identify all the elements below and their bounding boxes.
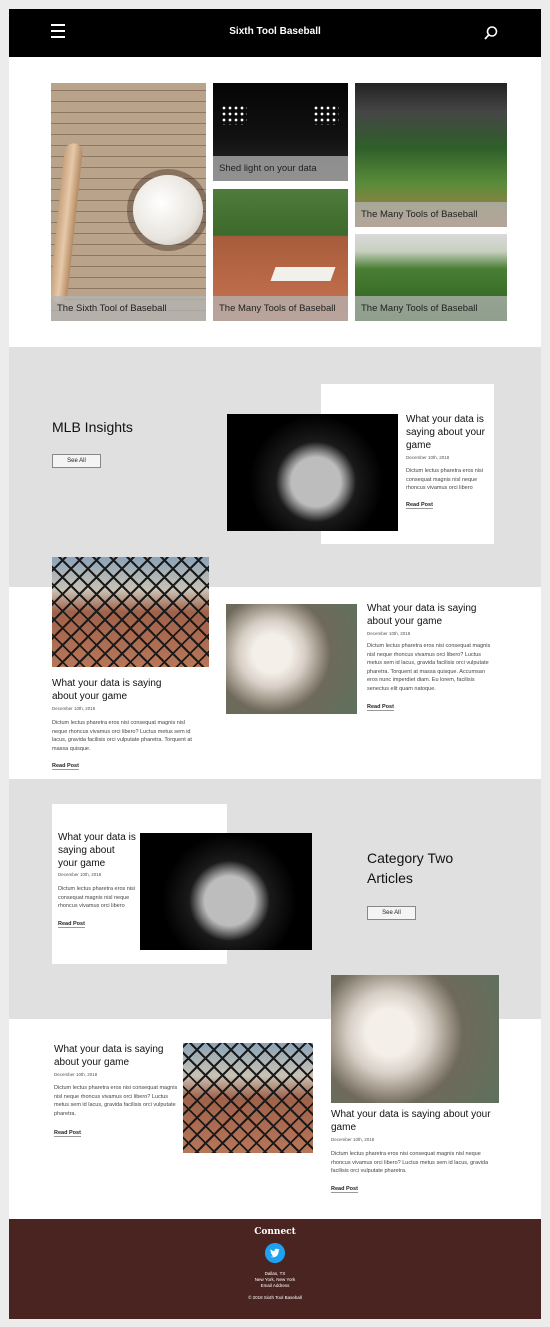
dark-baseball-image bbox=[140, 833, 312, 950]
dark-baseball-image bbox=[227, 414, 398, 531]
fence-image bbox=[52, 557, 209, 667]
read-post-link[interactable]: Read Post bbox=[52, 763, 79, 770]
cat2-post-title[interactable]: What your data is saying about your game bbox=[331, 1108, 501, 1134]
hero-caption: The Many Tools of Baseball bbox=[355, 296, 507, 321]
footer-city: Dallas, TX bbox=[264, 1271, 286, 1276]
stadium-lights-left bbox=[221, 105, 247, 125]
hero-caption: The Many Tools of Baseball bbox=[213, 296, 348, 321]
category-two-title: Category Two Articles bbox=[367, 850, 454, 886]
base-illustration bbox=[270, 267, 336, 281]
site-footer: Connect Dallas, TX New York, New York Em… bbox=[9, 1219, 541, 1319]
read-post-link[interactable]: Read Post bbox=[331, 1186, 358, 1193]
page-frame: Sixth Tool Baseball The Sixth Tool of Ba… bbox=[9, 9, 541, 1319]
read-post-link[interactable]: Read Post bbox=[406, 502, 433, 509]
site-title[interactable]: Sixth Tool Baseball bbox=[9, 26, 541, 37]
cat2-featured-date: December 10th, 2018 bbox=[58, 872, 102, 877]
baseball-illustration bbox=[133, 175, 203, 245]
mlb-post-excerpt: Dictum lectus pharetra eros nisi consequ… bbox=[367, 643, 491, 692]
mlb-see-all-button[interactable]: See All bbox=[52, 454, 101, 468]
hero-tile-many-tools-base[interactable]: The Many Tools of Baseball bbox=[213, 189, 348, 321]
hero-tile-many-tools-grass[interactable]: The Many Tools of Baseball bbox=[355, 234, 507, 321]
mlb-post-date: December 10th, 2018 bbox=[367, 631, 411, 636]
mlb-featured-excerpt: Dictum lectus pharetra eros nisi consequ… bbox=[406, 468, 484, 492]
mlb-featured-date: December 10th, 2018 bbox=[406, 455, 450, 460]
hero-tile-shed-light[interactable]: Shed light on your data bbox=[213, 83, 348, 181]
search-icon[interactable] bbox=[483, 25, 499, 41]
stadium-lights-right bbox=[313, 105, 339, 125]
baseball-closeup-image bbox=[226, 604, 357, 714]
baseball-closeup-image bbox=[331, 975, 499, 1103]
read-post-link[interactable]: Read Post bbox=[58, 921, 85, 928]
mlb-post-date: December 10th, 2018 bbox=[52, 706, 96, 711]
hero-caption: The Sixth Tool of Baseball bbox=[51, 296, 206, 321]
hero-tile-sixth-tool[interactable]: The Sixth Tool of Baseball bbox=[51, 83, 206, 321]
twitter-icon[interactable] bbox=[265, 1243, 285, 1263]
cat2-see-all-button[interactable]: See All bbox=[367, 906, 416, 920]
cat2-post-date: December 10th, 2018 bbox=[331, 1137, 375, 1142]
mlb-insights-title: MLB Insights bbox=[52, 419, 133, 435]
footer-email[interactable]: Email Address bbox=[9, 1283, 541, 1288]
cat2-post-date: December 10th, 2018 bbox=[54, 1072, 98, 1077]
top-bar: Sixth Tool Baseball bbox=[9, 9, 541, 57]
mlb-post-title[interactable]: What your data is saying about your game bbox=[367, 602, 497, 628]
cat2-featured-title[interactable]: What your data is saying about your game bbox=[58, 831, 136, 870]
read-post-link[interactable]: Read Post bbox=[367, 704, 394, 711]
cat2-post-title[interactable]: What your data is saying about your game bbox=[54, 1043, 172, 1069]
cat2-featured-excerpt: Dictum lectus pharetra eros nisi consequ… bbox=[58, 886, 136, 910]
read-post-link[interactable]: Read Post bbox=[54, 1130, 81, 1137]
mlb-post-title[interactable]: What your data is saying about your game bbox=[52, 677, 182, 703]
cat2-post-excerpt: Dictum lectus pharetra eros nisi consequ… bbox=[54, 1085, 178, 1117]
mlb-featured-title[interactable]: What your data is saying about your game bbox=[406, 413, 494, 452]
cat2-post-excerpt: Dictum lectus pharetra eros nisi consequ… bbox=[331, 1151, 489, 1175]
footer-city-2: New York, New York bbox=[254, 1277, 296, 1282]
bat-illustration bbox=[51, 142, 84, 304]
fence-image bbox=[183, 1043, 313, 1153]
footer-copyright: © 2018 Sixth Tool Baseball bbox=[248, 1295, 302, 1300]
hero-tile-many-tools-stadium[interactable]: The Many Tools of Baseball bbox=[355, 83, 507, 227]
connect-heading: Connect bbox=[254, 1227, 296, 1237]
hero-caption: The Many Tools of Baseball bbox=[355, 202, 507, 227]
mlb-post-excerpt: Dictum lectus pharetra eros nisi consequ… bbox=[52, 720, 192, 752]
hero-caption: Shed light on your data bbox=[213, 156, 348, 181]
